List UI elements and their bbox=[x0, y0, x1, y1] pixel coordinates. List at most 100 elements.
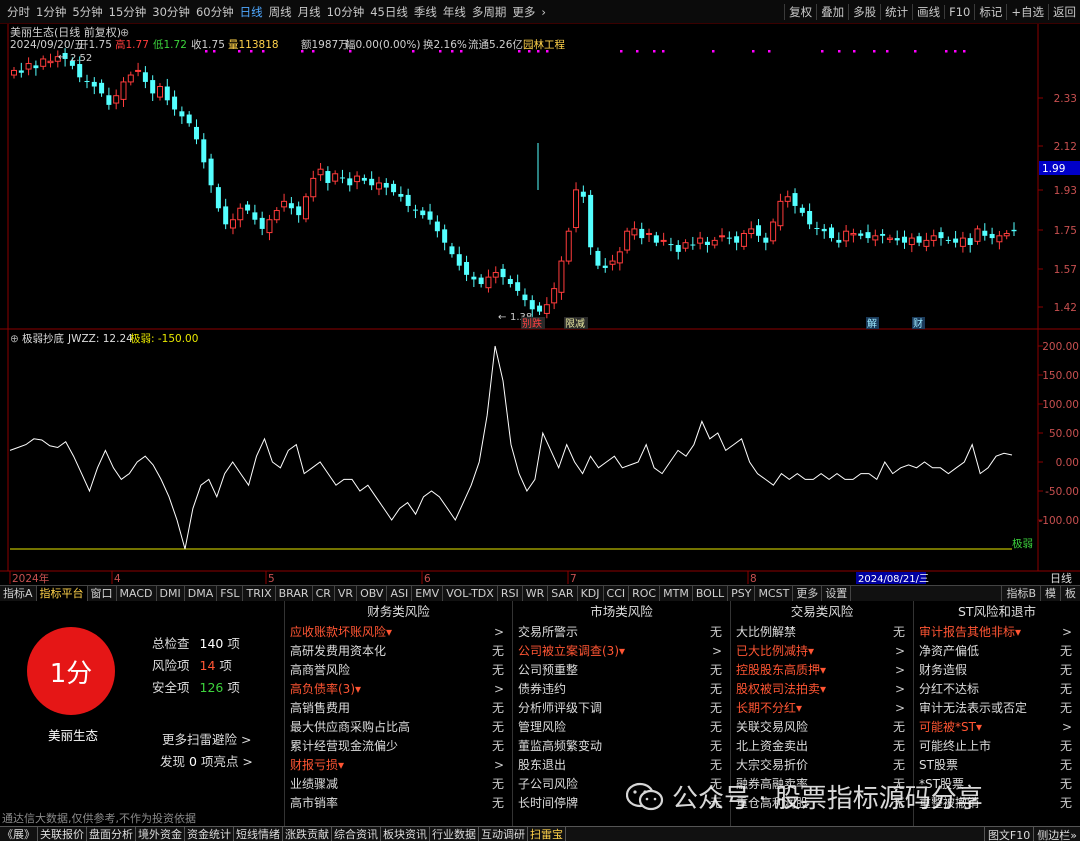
status-tab-5[interactable]: 短线情绪 bbox=[234, 826, 283, 841]
indicator-tab-6[interactable]: FSL bbox=[217, 586, 244, 601]
risk-item[interactable]: 北上资金卖出 无 bbox=[731, 737, 913, 756]
risk-item[interactable]: 分红不达标 无 bbox=[914, 680, 1080, 699]
indicator-tab-26[interactable]: 设置 bbox=[822, 586, 852, 601]
risk-item[interactable]: 股东退出 无 bbox=[513, 756, 730, 775]
risk-item[interactable]: ST股票 无 bbox=[914, 756, 1080, 775]
risk-item[interactable]: 股权被司法拍卖▾ > bbox=[731, 680, 913, 699]
risk-item[interactable]: 交易所警示 无 bbox=[513, 623, 730, 642]
risk-item[interactable]: 分析师评级下调 无 bbox=[513, 699, 730, 718]
indicator-tab-9[interactable]: CR bbox=[313, 586, 335, 601]
risk-item[interactable]: 债券违约 无 bbox=[513, 680, 730, 699]
risk-item[interactable]: 董监高频繁变动 无 bbox=[513, 737, 730, 756]
timeframe-12[interactable]: 年线 bbox=[440, 4, 469, 20]
status-tab-1[interactable]: 关联报价 bbox=[38, 826, 87, 841]
risk-item[interactable]: 可能终止上市 无 bbox=[914, 737, 1080, 756]
indicator-tab-23[interactable]: PSY bbox=[728, 586, 756, 601]
toolbar-button-6[interactable]: 标记 bbox=[974, 4, 1006, 20]
risk-item[interactable]: 累计经营现金流偏少 无 bbox=[285, 737, 512, 756]
risk-item[interactable]: 业绩骤减 无 bbox=[285, 775, 512, 794]
toolbar-button-0[interactable]: 复权 bbox=[784, 4, 816, 20]
indicator-tab-20[interactable]: ROC bbox=[629, 586, 661, 601]
risk-item[interactable]: 控股股东高质押▾ > bbox=[731, 661, 913, 680]
event-tag[interactable]: 财 bbox=[913, 317, 923, 330]
status-tab-11[interactable]: 扫雷宝 bbox=[528, 826, 566, 841]
timeframe-7[interactable]: 周线 bbox=[266, 4, 295, 20]
chevron-right-icon[interactable]: › bbox=[538, 5, 549, 19]
toolbar-button-3[interactable]: 统计 bbox=[880, 4, 912, 20]
toolbar-button-8[interactable]: 返回 bbox=[1048, 4, 1080, 20]
more-scan-link[interactable]: 更多扫雷避险 > bbox=[162, 729, 251, 748]
risk-item[interactable]: 公司被立案调查(3)▾ > bbox=[513, 642, 730, 661]
indicator-tab-21[interactable]: MTM bbox=[660, 586, 693, 601]
indicator-tab-7[interactable]: TRIX bbox=[243, 586, 276, 601]
risk-item[interactable]: 财报亏损▾ > bbox=[285, 756, 512, 775]
indicator-tab-right-2[interactable]: 板 bbox=[1060, 586, 1080, 601]
event-tag[interactable]: 解 bbox=[867, 317, 877, 330]
risk-item[interactable]: 高研发费用资本化 无 bbox=[285, 642, 512, 661]
toolbar-button-1[interactable]: 叠加 bbox=[816, 4, 848, 20]
indicator-tab-right-0[interactable]: 指标B bbox=[1001, 586, 1040, 601]
indicator-tab-22[interactable]: BOLL bbox=[693, 586, 729, 601]
indicator-tab-24[interactable]: MCST bbox=[755, 586, 794, 601]
status-right-0[interactable]: 图文F10 bbox=[983, 827, 1033, 841]
risk-item[interactable]: 净资产偏低 无 bbox=[914, 642, 1080, 661]
risk-item[interactable]: 审计报告其他非标▾ > bbox=[914, 623, 1080, 642]
indicator-tab-10[interactable]: VR bbox=[335, 586, 358, 601]
risk-item[interactable]: 大宗交易折价 无 bbox=[731, 756, 913, 775]
indicator-tab-16[interactable]: WR bbox=[523, 586, 549, 601]
timeframe-9[interactable]: 10分钟 bbox=[324, 4, 368, 20]
toolbar-button-7[interactable]: +自选 bbox=[1006, 4, 1048, 20]
status-tab-3[interactable]: 境外资金 bbox=[136, 826, 185, 841]
risk-item[interactable]: 高负债率(3)▾ > bbox=[285, 680, 512, 699]
status-tab-6[interactable]: 涨跌贡献 bbox=[283, 826, 332, 841]
status-tab-2[interactable]: 盘面分析 bbox=[87, 826, 136, 841]
indicator-tab-25[interactable]: 更多 bbox=[793, 586, 823, 601]
timeframe-14[interactable]: 更多 bbox=[509, 4, 538, 20]
settings-icon[interactable]: ⊕ bbox=[120, 26, 129, 39]
risk-item[interactable]: 长期不分红▾ > bbox=[731, 699, 913, 718]
risk-item[interactable]: 可能被*ST▾ > bbox=[914, 718, 1080, 737]
risk-item[interactable]: 财务造假 无 bbox=[914, 661, 1080, 680]
event-tag[interactable]: 别跌 bbox=[522, 317, 542, 330]
risk-item[interactable]: 高商誉风险 无 bbox=[285, 661, 512, 680]
event-tag[interactable]: 限减 bbox=[565, 318, 585, 330]
chart-area[interactable]: 美丽生态(日线 前复权)2024/09/20/五开1.75 高1.77 低1.72 收… bbox=[0, 24, 1080, 585]
risk-item[interactable]: 审计无法表示或否定 无 bbox=[914, 699, 1080, 718]
status-tab-8[interactable]: 板块资讯 bbox=[381, 826, 430, 841]
risk-item[interactable]: 应收账款坏账风险▾ > bbox=[285, 623, 512, 642]
timeframe-2[interactable]: 5分钟 bbox=[69, 4, 105, 20]
indicator-tab-2[interactable]: 窗口 bbox=[88, 586, 117, 601]
risk-item[interactable]: 高市销率 无 bbox=[285, 794, 512, 813]
risk-item[interactable]: 最大供应商采购占比高 无 bbox=[285, 718, 512, 737]
indicator-tab-right-1[interactable]: 模 bbox=[1040, 586, 1060, 601]
timeframe-3[interactable]: 15分钟 bbox=[106, 4, 150, 20]
indicator-tab-5[interactable]: DMA bbox=[185, 586, 218, 601]
indicator-tab-0[interactable]: 指标A bbox=[0, 586, 37, 601]
timeframe-6[interactable]: 日线 bbox=[237, 4, 266, 20]
indicator-settings-icon[interactable]: ⊕ bbox=[10, 333, 19, 345]
risk-item[interactable]: 公司预重整 无 bbox=[513, 661, 730, 680]
risk-item[interactable]: 大比例解禁 无 bbox=[731, 623, 913, 642]
indicator-tab-13[interactable]: EMV bbox=[412, 586, 444, 601]
status-tab-4[interactable]: 资金统计 bbox=[185, 826, 234, 841]
find-highlights-link[interactable]: 发现 0 项亮点 > bbox=[160, 751, 253, 770]
risk-item[interactable]: 高销售费用 无 bbox=[285, 699, 512, 718]
risk-item[interactable]: 管理风险 无 bbox=[513, 718, 730, 737]
status-tab-9[interactable]: 行业数据 bbox=[430, 826, 479, 841]
indicator-tab-14[interactable]: VOL-TDX bbox=[443, 586, 498, 601]
timeframe-4[interactable]: 30分钟 bbox=[149, 4, 193, 20]
timeframe-1[interactable]: 1分钟 bbox=[33, 4, 69, 20]
indicator-tab-3[interactable]: MACD bbox=[117, 586, 157, 601]
timeframe-8[interactable]: 月线 bbox=[295, 4, 324, 20]
indicator-tab-4[interactable]: DMI bbox=[157, 586, 185, 601]
indicator-tab-19[interactable]: CCI bbox=[604, 586, 630, 601]
toolbar-button-5[interactable]: F10 bbox=[944, 5, 974, 19]
indicator-tab-15[interactable]: RSI bbox=[498, 586, 523, 601]
status-tab-10[interactable]: 互动调研 bbox=[479, 826, 528, 841]
timeframe-0[interactable]: 分时 bbox=[4, 4, 33, 20]
toolbar-button-4[interactable]: 画线 bbox=[912, 4, 944, 20]
indicator-tab-8[interactable]: BRAR bbox=[276, 586, 313, 601]
risk-item[interactable]: 关联交易风险 无 bbox=[731, 718, 913, 737]
status-right-1[interactable]: 侧边栏» bbox=[1033, 827, 1080, 841]
timeframe-11[interactable]: 季线 bbox=[411, 4, 440, 20]
